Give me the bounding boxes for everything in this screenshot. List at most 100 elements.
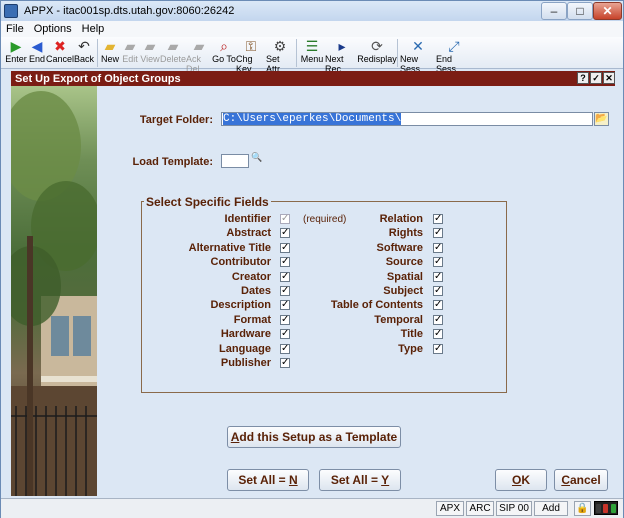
field-label: Dates — [241, 285, 271, 297]
field-checkbox-hardware[interactable]: ✓ — [280, 329, 290, 340]
fields-legend: Select Specific Fields — [144, 195, 271, 209]
toolbar-separator — [296, 39, 297, 67]
toolbar-set-attr-button[interactable]: ⚙ Set Attr — [266, 37, 294, 74]
toolbar-label: Back — [73, 54, 94, 64]
set-all-n-button[interactable]: Set All = N — [227, 469, 309, 491]
new-folder-icon: ▰ — [104, 38, 116, 54]
field-checkbox-contributor[interactable]: ✓ — [280, 257, 290, 268]
minimize-button[interactable]: – — [541, 2, 567, 20]
target-folder-value: C:\Users\eperkes\Documents\ — [223, 113, 402, 125]
field-label: Contributor — [210, 256, 271, 269]
menu-help[interactable]: Help — [77, 23, 110, 35]
field-checkbox-subject[interactable]: ✓ — [433, 286, 443, 296]
field-checkbox-table-of-contents[interactable]: ✓ — [433, 300, 443, 311]
cancel-button[interactable]: Cancel — [554, 469, 608, 491]
field-checkbox-type[interactable]: ✓ — [433, 343, 443, 354]
toolbar-end-button[interactable]: ◀ End — [27, 37, 47, 69]
app-window: APPX - itac001sp.dts.utah.gov:8060:26242… — [0, 0, 624, 518]
field-label: Description — [210, 299, 271, 312]
field-checkbox-spatial[interactable]: ✓ — [433, 271, 443, 282]
field-checkbox-relation[interactable]: ✓ — [433, 214, 443, 224]
field-checkbox-source[interactable]: ✓ — [433, 257, 443, 268]
toolbar-label: End — [28, 54, 45, 64]
toolbar-label: Redisplay — [357, 54, 397, 64]
field-label: Relation — [379, 213, 423, 225]
field-label: Table of Contents — [330, 299, 423, 312]
toolbar-menu-button[interactable]: ☰ Menu — [299, 37, 325, 69]
field-checkbox-alternative-title[interactable]: ✓ — [280, 242, 290, 253]
add-template-button[interactable]: Add this Setup as a Template — [227, 426, 401, 448]
back-arrow-icon: ◀ — [31, 38, 43, 54]
title-bar: APPX - itac001sp.dts.utah.gov:8060:26242… — [1, 1, 623, 21]
field-checkbox-rights[interactable]: ✓ — [433, 228, 443, 239]
toolbar-edit-button: ▰ Edit — [120, 37, 140, 69]
set-all-y-label: Set All = Y — [330, 473, 390, 487]
field-checkbox-software[interactable]: ✓ — [433, 242, 443, 253]
add-template-label: Add this Setup as a Template — [230, 430, 398, 444]
toolbar-label: Delete — [160, 54, 187, 64]
maximize-button[interactable]: □ — [567, 2, 593, 20]
field-checkbox-publisher[interactable]: ✓ — [280, 358, 290, 368]
menu-file[interactable]: File — [1, 23, 29, 35]
folder-browse-icon[interactable]: 📂 — [594, 112, 609, 126]
form-title: Set Up Export of Object Groups — [15, 72, 181, 85]
view-folder-icon: ▰ — [144, 38, 156, 54]
field-checkbox-description[interactable]: ✓ — [280, 300, 290, 311]
field-label: Creator — [231, 270, 271, 283]
toolbar-label: Edit — [122, 54, 138, 64]
toolbar-label: New — [100, 54, 119, 64]
set-attr-icon: ⚙ — [273, 38, 287, 54]
back-icon: ↶ — [78, 38, 90, 54]
field-checkbox-title[interactable]: ✓ — [433, 329, 443, 340]
close-form-button[interactable]: ✕ — [603, 72, 615, 84]
toolbar-chg-key-button[interactable]: ⚿ Chg Key — [236, 37, 266, 74]
toolbar-label: Go To — [212, 54, 236, 64]
field-label: Title — [400, 328, 423, 341]
toolbar-separator — [97, 39, 98, 67]
field-checkbox-language[interactable]: ✓ — [280, 343, 290, 354]
set-all-n-label: Set All = N — [238, 473, 298, 487]
field-label: Alternative Title — [188, 241, 271, 254]
toolbar-next-rec-button[interactable]: ▸ Next Rec — [325, 37, 359, 74]
toolbar-go-to-button[interactable]: ⌕ Go To — [212, 37, 236, 69]
status-apx: APX — [436, 501, 464, 516]
cancel-icon: ✖ — [54, 38, 66, 54]
field-label: Source — [385, 256, 423, 269]
toolbar-new-sess-button[interactable]: ✕ New Sess — [400, 37, 436, 74]
toolbar-delete-button: ▰ Delete — [160, 37, 186, 69]
field-checkbox-abstract[interactable]: ✓ — [280, 228, 290, 239]
status-lights-icon — [594, 501, 618, 515]
toolbar-end-sess-button[interactable]: ⤢ End Sess — [436, 37, 472, 74]
status-bar: APX ARC SIP 00 Add 🔒 — [1, 498, 623, 518]
field-label: Publisher — [220, 357, 271, 369]
toolbar-cancel-button[interactable]: ✖ Cancel — [46, 37, 75, 69]
field-label: Language — [219, 342, 271, 355]
toolbar-back-button[interactable]: ↶ Back — [73, 37, 95, 69]
toolbar-label: Cancel — [46, 54, 75, 64]
field-checkbox-creator[interactable]: ✓ — [280, 271, 290, 282]
ok-button[interactable]: OK — [495, 469, 547, 491]
load-template-input[interactable] — [221, 154, 249, 168]
field-checkbox-temporal[interactable]: ✓ — [433, 314, 443, 325]
field-label: Temporal — [374, 313, 423, 326]
menu-icon: ☰ — [305, 38, 319, 54]
field-checkbox-identifier: ✓ — [280, 213, 290, 224]
toolbar-label: Enter — [5, 54, 27, 64]
confirm-button[interactable]: ✓ — [590, 72, 602, 84]
toolbar: ▶ Enter ◀ End ✖ Cancel ↶ Back ▰ New ▰ Edit ▰ View ▰ Del… — [1, 37, 623, 74]
status-mode: Add — [534, 501, 568, 516]
toolbar-enter-button[interactable]: ▶ Enter — [5, 37, 27, 69]
close-button[interactable]: ✕ — [593, 2, 622, 20]
toolbar-new-button[interactable]: ▰ New — [100, 37, 120, 69]
field-checkbox-dates[interactable]: ✓ — [280, 286, 290, 296]
toolbar-redisplay-button[interactable]: ⟳ Redisplay — [357, 37, 397, 69]
field-checkbox-format[interactable]: ✓ — [280, 314, 290, 325]
target-folder-input[interactable]: C:\Users\eperkes\Documents\ — [221, 112, 593, 126]
template-search-icon[interactable]: 🔍 — [251, 152, 262, 163]
set-all-y-button[interactable]: Set All = Y — [319, 469, 401, 491]
field-label: Format — [233, 313, 271, 326]
field-label: Rights — [388, 227, 423, 240]
ok-label: OK — [511, 473, 530, 487]
menu-options[interactable]: Options — [29, 23, 77, 35]
help-button[interactable]: ? — [577, 72, 589, 84]
